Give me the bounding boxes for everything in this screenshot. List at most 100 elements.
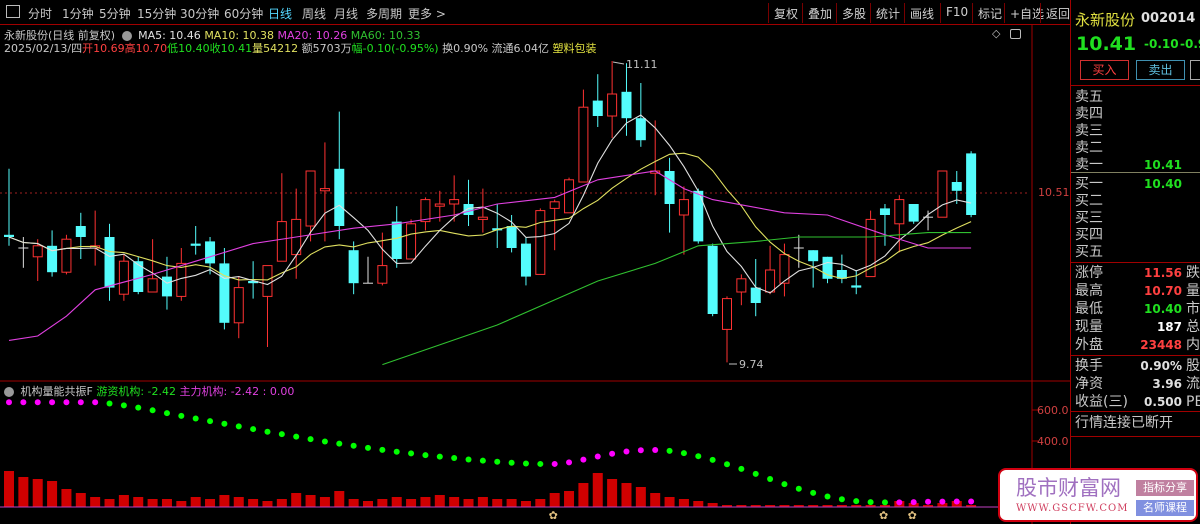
- indicator-bar: [248, 499, 259, 507]
- indicator-bar: [635, 487, 646, 507]
- indicator-dot: [810, 489, 817, 496]
- toolbar-button[interactable]: 画线: [904, 3, 939, 23]
- indicator-bar: [607, 479, 618, 507]
- candle-down: [133, 261, 144, 292]
- indicator-dot: [795, 485, 802, 492]
- candle-down: [966, 153, 977, 215]
- indicator-bar: [678, 499, 689, 507]
- stock-name: 永新股份: [1075, 11, 1136, 29]
- stat-extra: 总: [1186, 319, 1200, 335]
- stat-label: 现量: [1075, 319, 1103, 335]
- indicator-dot: [92, 399, 99, 406]
- low-value: 低10.40: [167, 42, 210, 55]
- candle-up: [319, 188, 330, 192]
- toolbar-button[interactable]: 统计: [870, 3, 905, 23]
- toolbar-button[interactable]: 多股: [836, 3, 871, 23]
- period-tab[interactable]: 15分钟: [137, 5, 176, 22]
- stat-extra: 市: [1186, 301, 1200, 317]
- period-tab[interactable]: 5分钟: [99, 5, 131, 22]
- period-tab[interactable]: 1分钟: [62, 5, 94, 22]
- window-toggle-icon[interactable]: [1010, 29, 1021, 39]
- indicator-dot: [537, 460, 544, 467]
- open-value: 开10.69: [82, 42, 125, 55]
- diamond-icon[interactable]: ◇: [992, 27, 1000, 40]
- period-tab[interactable]: 周线: [302, 5, 326, 22]
- indicator-dot: [623, 448, 630, 455]
- indicator-bar: [707, 503, 718, 507]
- book-label: 买二: [1075, 193, 1103, 209]
- toolbar-button[interactable]: 标记: [972, 3, 1007, 23]
- industry-link[interactable]: 塑料包装: [553, 42, 597, 55]
- last-price: 10.41: [1076, 33, 1137, 55]
- amount-value: 额5703万: [301, 42, 352, 55]
- indicator-bar: [477, 497, 488, 507]
- kline-chart[interactable]: ✿ ✿ ✿ 11.11 9.74: [0, 0, 1200, 524]
- candle-up: [607, 93, 618, 117]
- indicator-bar: [18, 477, 29, 507]
- indicator-bar: [592, 473, 603, 507]
- indicator-dot: [680, 450, 687, 457]
- book-label: 卖四: [1075, 106, 1103, 122]
- book-label: 卖五: [1075, 89, 1103, 105]
- indicator-bar: [492, 499, 503, 507]
- period-tab[interactable]: 更多 >: [408, 5, 446, 22]
- indicator-bar: [506, 499, 517, 507]
- stat-value: 10.40: [1144, 302, 1182, 316]
- toolbar-button[interactable]: F10: [940, 3, 973, 23]
- youzi-value: 游资机构: -2.42: [96, 385, 176, 398]
- indicator-bar: [363, 501, 373, 507]
- indicator-bar: [564, 491, 575, 507]
- indicator-dot: [135, 404, 142, 411]
- indicator-dot: [178, 412, 185, 419]
- period-tab[interactable]: 多周期: [366, 5, 402, 22]
- indicator-bar: [348, 499, 359, 507]
- toolbar-button[interactable]: 复权: [768, 3, 803, 23]
- high-annotation: 11.11: [626, 58, 658, 71]
- book-label: 买五: [1075, 244, 1103, 260]
- indicator-bar: [693, 501, 704, 507]
- indicator-dot: [250, 426, 257, 433]
- toolbar-button[interactable]: 叠加: [802, 3, 837, 23]
- indicator-bar: [233, 497, 244, 507]
- period-tab[interactable]: 分时: [28, 5, 52, 22]
- candle-down: [592, 100, 603, 116]
- more-button[interactable]: [1190, 60, 1200, 80]
- candle-down: [951, 182, 962, 191]
- stat-value: 10.70: [1144, 284, 1182, 298]
- high-arrow: [612, 61, 625, 65]
- period-tab[interactable]: 日线: [268, 5, 292, 22]
- period-tab[interactable]: 30分钟: [180, 5, 219, 22]
- stat-extra: 股: [1186, 358, 1200, 374]
- ma20-line: [8, 170, 972, 341]
- moving-averages: [8, 114, 972, 366]
- period-tab[interactable]: 月线: [334, 5, 358, 22]
- stat-extra: 量: [1186, 283, 1200, 299]
- indicator-dot: [824, 493, 831, 500]
- indicator-dot: [867, 499, 874, 506]
- indicator-dot: [207, 418, 214, 425]
- indicator-bar: [147, 499, 158, 507]
- indicator-bar: [190, 497, 201, 507]
- indicator-dot: [709, 456, 716, 463]
- indicator-dot: [666, 447, 673, 454]
- stat-extra: PE: [1186, 394, 1200, 410]
- sell-button[interactable]: 卖出: [1136, 60, 1185, 80]
- indicator-dot: [896, 499, 903, 506]
- indicator-dot: [451, 455, 458, 462]
- stat-value: 187: [1156, 320, 1182, 334]
- book-label: 买四: [1075, 227, 1103, 243]
- buy-button[interactable]: 买入: [1080, 60, 1129, 80]
- indicator-bars: [0, 471, 1030, 508]
- candle-down: [161, 276, 172, 297]
- indicator-name[interactable]: 机构量能共振F: [21, 385, 93, 398]
- panel-toggle-icon[interactable]: [6, 5, 20, 18]
- period-tab[interactable]: 60分钟: [224, 5, 263, 22]
- candle-up: [61, 238, 72, 273]
- indicator-settings-icon[interactable]: [4, 387, 14, 397]
- zhuli-value: 主力机构: -2.42 : 0.00: [179, 385, 295, 398]
- indicator-bar: [61, 489, 72, 507]
- indicator-bar: [434, 495, 445, 507]
- indicator-dot: [580, 456, 587, 463]
- candle-up: [147, 278, 158, 293]
- candle-up: [535, 210, 546, 275]
